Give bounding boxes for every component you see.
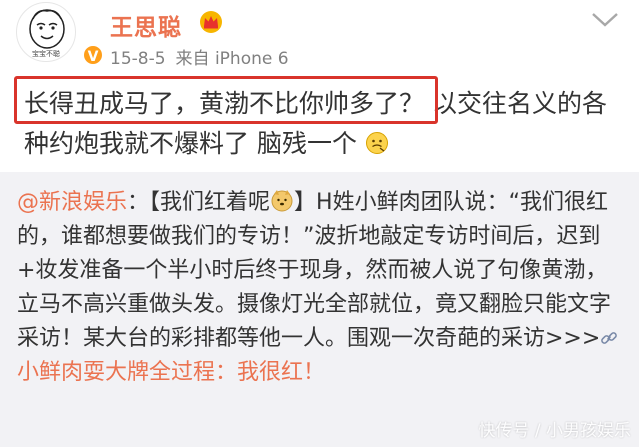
avatar[interactable]: 宝宝不聪 xyxy=(16,2,76,62)
post-meta: 15-8-5 来自 iPhone 6 xyxy=(110,44,289,69)
repost-mention-link[interactable]: @新浪娱乐 xyxy=(17,190,127,215)
post-source: 来自 iPhone 6 xyxy=(175,49,289,69)
post-date[interactable]: 15-8-5 xyxy=(110,49,166,69)
repost-card[interactable]: @新浪娱乐：【我们红着呢 】H姓小鲜肉团队说：“我们很红的，谁都想要做我们的专访… xyxy=(0,172,639,447)
author-avatar-container[interactable]: 宝宝不聪 V xyxy=(16,2,104,66)
author-name[interactable]: 王思聪 xyxy=(110,8,182,42)
emoji-icon xyxy=(365,132,388,154)
repost-article-link[interactable]: 小鲜肉耍大牌全过程：我很红！ xyxy=(17,360,325,385)
highlight-box xyxy=(14,76,438,124)
link-icon[interactable] xyxy=(600,329,618,347)
verified-badge: V xyxy=(82,44,104,66)
repost-text: @新浪娱乐：【我们红着呢 】H姓小鲜肉团队说：“我们很红的，谁都想要做我们的专访… xyxy=(17,186,629,390)
doge-icon xyxy=(271,190,293,212)
avatar-caption: 宝宝不聪 xyxy=(32,50,60,58)
chevron-down-icon[interactable] xyxy=(590,10,620,30)
crown-icon[interactable] xyxy=(198,10,224,34)
watermark: 快传号 / 小男孩娱乐 xyxy=(478,421,631,441)
repost-text-part1: ：【我们红着呢 xyxy=(127,190,271,215)
